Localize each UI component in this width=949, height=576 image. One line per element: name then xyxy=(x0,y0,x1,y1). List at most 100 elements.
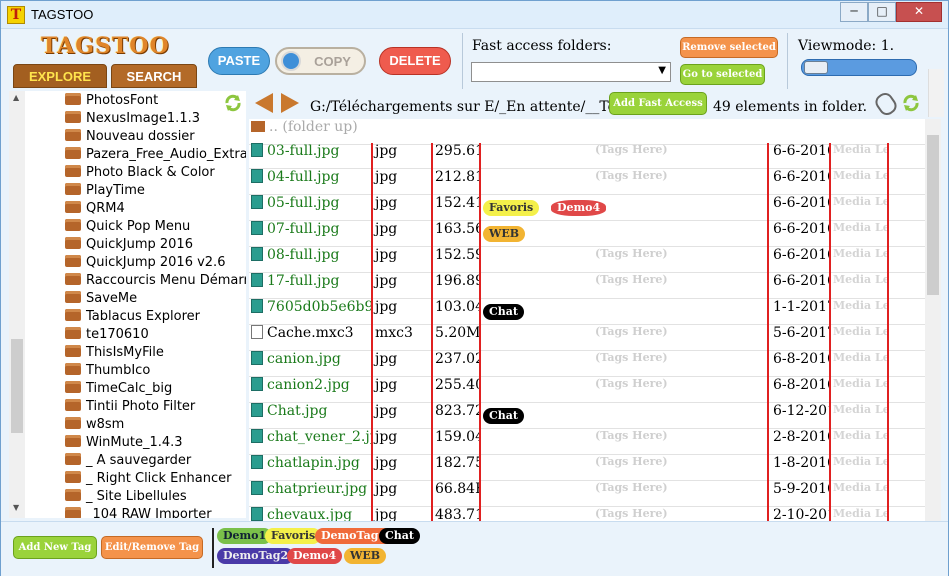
tree-item[interactable]: ThisIsMyFile xyxy=(65,344,164,362)
file-name-cell[interactable]: 08-full.jpg xyxy=(251,247,371,273)
table-row[interactable]: 08-full.jpg jpg152.59 (Tags Here) 6-6-2016M… xyxy=(249,247,925,273)
scroll-thumb[interactable] xyxy=(927,135,939,295)
file-list-scrollbar[interactable] xyxy=(925,119,941,521)
scroll-down-icon[interactable]: ▼ xyxy=(13,503,19,512)
table-row[interactable]: 7605d0b5e6b93jpg103.04Chat 1-1-2017Media … xyxy=(249,299,925,325)
tree-item[interactable]: QuickJump 2016 xyxy=(65,236,193,254)
tree-scrollbar[interactable]: ▲ ▼ xyxy=(9,91,25,518)
close-button[interactable]: ✕ xyxy=(896,2,942,22)
table-row[interactable]: chatprieur.jpgjpg66.84K (Tags Here) 5-9-20… xyxy=(249,481,925,507)
tag-chip[interactable]: Chat xyxy=(379,528,420,544)
table-row[interactable]: Chat.jpg jpg823.72Chat 6-12-201Media Len xyxy=(249,403,925,429)
table-row[interactable]: Cache.mxc3 mxc35.20M (Tags Here) 5-6-2017Me… xyxy=(249,325,925,351)
table-row[interactable]: canion.jpg jpg237.02 (Tags Here) 6-8-2016Me… xyxy=(249,351,925,377)
tags-cell[interactable]: (Tags Here) xyxy=(479,481,769,507)
tree-item[interactable]: _104 RAW Importer xyxy=(65,506,212,518)
tab-search[interactable]: SEARCH xyxy=(111,64,197,88)
paperclip-icon[interactable] xyxy=(872,89,900,119)
table-row[interactable]: chat_vener_2.jpjpg159.04 (Tags Here) 2-8-2… xyxy=(249,429,925,455)
tags-cell[interactable]: (Tags Here) xyxy=(479,273,769,299)
tags-cell[interactable]: (Tags Here) xyxy=(479,247,769,273)
tag-badge[interactable]: WEB xyxy=(483,226,526,242)
tree-item[interactable]: PlayTime xyxy=(65,182,145,200)
tags-cell[interactable]: (Tags Here) xyxy=(479,169,769,195)
tab-explore[interactable]: EXPLORE xyxy=(13,64,107,88)
tree-item[interactable]: ThumbIco xyxy=(65,362,150,380)
table-row[interactable]: chevaux.jpg jpg483.71 (Tags Here) 2-10-201M… xyxy=(249,507,925,521)
table-row[interactable]: chatlapin.jpg jpg182.75 (Tags Here) 1-8-201… xyxy=(249,455,925,481)
tree-item[interactable]: Pazera_Free_Audio_Extrac xyxy=(65,146,246,164)
tag-badge[interactable]: Favoris xyxy=(483,200,540,216)
delete-button[interactable]: DELETE xyxy=(379,47,451,75)
table-row[interactable]: canion2.jpg jpg255.40 (Tags Here) 6-8-2016M… xyxy=(249,377,925,403)
file-name-cell[interactable]: canion.jpg xyxy=(251,351,371,377)
viewmode-slider[interactable] xyxy=(801,59,917,76)
tags-cell[interactable]: (Tags Here) xyxy=(479,377,769,403)
tree-item[interactable]: NexusImage1.1.3 xyxy=(65,110,200,128)
paste-button[interactable]: PASTE xyxy=(208,47,270,75)
file-name-cell[interactable]: 17-full.jpg xyxy=(251,273,371,299)
tree-item[interactable]: Photo Black & Color xyxy=(65,164,215,182)
tags-cell[interactable]: (Tags Here) xyxy=(479,143,769,169)
add-fast-access-button[interactable]: Add Fast Access xyxy=(609,92,707,115)
folder-up[interactable]: .. (folder up) xyxy=(249,119,358,139)
table-row[interactable]: 05-full.jpg jpg152.41Favoris Demo4 6-6-2016… xyxy=(249,195,925,221)
tags-cell[interactable]: Favoris Demo4 xyxy=(479,195,769,221)
refresh-icon[interactable] xyxy=(901,93,921,113)
tree-item[interactable]: Tintii Photo Filter xyxy=(65,398,195,416)
tree-item[interactable]: w8sm xyxy=(65,416,124,434)
tree-item[interactable]: QRM4 xyxy=(65,200,125,218)
tags-cell[interactable]: WEB xyxy=(479,221,769,247)
scrollbar[interactable] xyxy=(928,69,944,117)
tag-chip[interactable]: WEB xyxy=(344,548,387,564)
tree-item[interactable]: Quick Pop Menu xyxy=(65,218,190,236)
file-name-cell[interactable]: chatprieur.jpg xyxy=(251,481,371,507)
go-to-selected-button[interactable]: Go to selected xyxy=(680,64,765,85)
tree-item[interactable]: TimeCalc_big xyxy=(65,380,172,398)
tree-item[interactable]: Raccourcis Menu Démarrer xyxy=(65,272,246,290)
file-name-cell[interactable]: Cache.mxc3 xyxy=(251,325,371,351)
tag-badge[interactable]: Demo4 xyxy=(551,200,607,216)
fast-access-select[interactable]: ▼ xyxy=(471,62,671,82)
tree-item[interactable]: QuickJump 2016 v2.6 xyxy=(65,254,225,272)
tags-cell[interactable]: Chat xyxy=(479,299,769,325)
tree-item[interactable]: SaveMe xyxy=(65,290,137,308)
table-row[interactable]: 17-full.jpg jpg196.89 (Tags Here) 6-6-2016M… xyxy=(249,273,925,299)
file-name-cell[interactable]: 05-full.jpg xyxy=(251,195,371,221)
file-name-cell[interactable]: 04-full.jpg xyxy=(251,169,371,195)
tags-cell[interactable]: (Tags Here) xyxy=(479,429,769,455)
edit-remove-tag-button[interactable]: Edit/Remove Tag xyxy=(101,536,203,559)
copy-toggle[interactable]: COPY xyxy=(275,47,366,75)
tag-badge[interactable]: Chat xyxy=(483,304,524,320)
slider-thumb[interactable] xyxy=(804,61,828,74)
tag-chip[interactable]: Demo1 xyxy=(217,528,273,544)
tree-item[interactable]: Nouveau dossier xyxy=(65,128,195,146)
tree-item[interactable]: PhotosFont xyxy=(65,92,158,110)
forward-icon[interactable] xyxy=(281,93,299,113)
tree-item[interactable]: te170610 xyxy=(65,326,149,344)
refresh-icon[interactable] xyxy=(223,93,243,113)
table-row[interactable]: 03-full.jpg jpg295.61 (Tags Here) 6-6-2016M… xyxy=(249,143,925,169)
tag-chip[interactable]: Favoris xyxy=(265,528,322,544)
tag-chip[interactable]: DemoTag2 xyxy=(217,548,295,564)
table-row[interactable]: 04-full.jpg jpg212.81 (Tags Here) 6-6-2016M… xyxy=(249,169,925,195)
minimize-button[interactable]: ─ xyxy=(840,2,868,22)
file-name-cell[interactable]: chatlapin.jpg xyxy=(251,455,371,481)
tags-cell[interactable]: (Tags Here) xyxy=(479,507,769,521)
file-name-cell[interactable]: chat_vener_2.jp xyxy=(251,429,371,455)
add-new-tag-button[interactable]: Add New Tag xyxy=(13,536,97,559)
tree-item[interactable]: Tablacus Explorer xyxy=(65,308,200,326)
tag-badge[interactable]: Chat xyxy=(483,408,524,424)
file-name-cell[interactable]: 07-full.jpg xyxy=(251,221,371,247)
file-name-cell[interactable]: 03-full.jpg xyxy=(251,143,371,169)
tags-cell[interactable]: (Tags Here) xyxy=(479,325,769,351)
remove-selected-button[interactable]: Remove selected xyxy=(680,37,778,58)
table-row[interactable]: 07-full.jpg jpg163.56WEB 6-6-2016Media Len xyxy=(249,221,925,247)
title-bar[interactable]: T TAGSTOO ─ □ ✕ xyxy=(1,1,948,29)
folder-up-row[interactable]: .. (folder up) xyxy=(249,119,925,145)
tree-item[interactable]: WinMute_1.4.3 xyxy=(65,434,183,452)
tags-cell[interactable]: (Tags Here) xyxy=(479,351,769,377)
tree-item[interactable]: _ Right Click Enhancer xyxy=(65,470,232,488)
scroll-thumb[interactable] xyxy=(11,339,23,433)
tag-chip[interactable]: Demo4 xyxy=(287,548,343,564)
